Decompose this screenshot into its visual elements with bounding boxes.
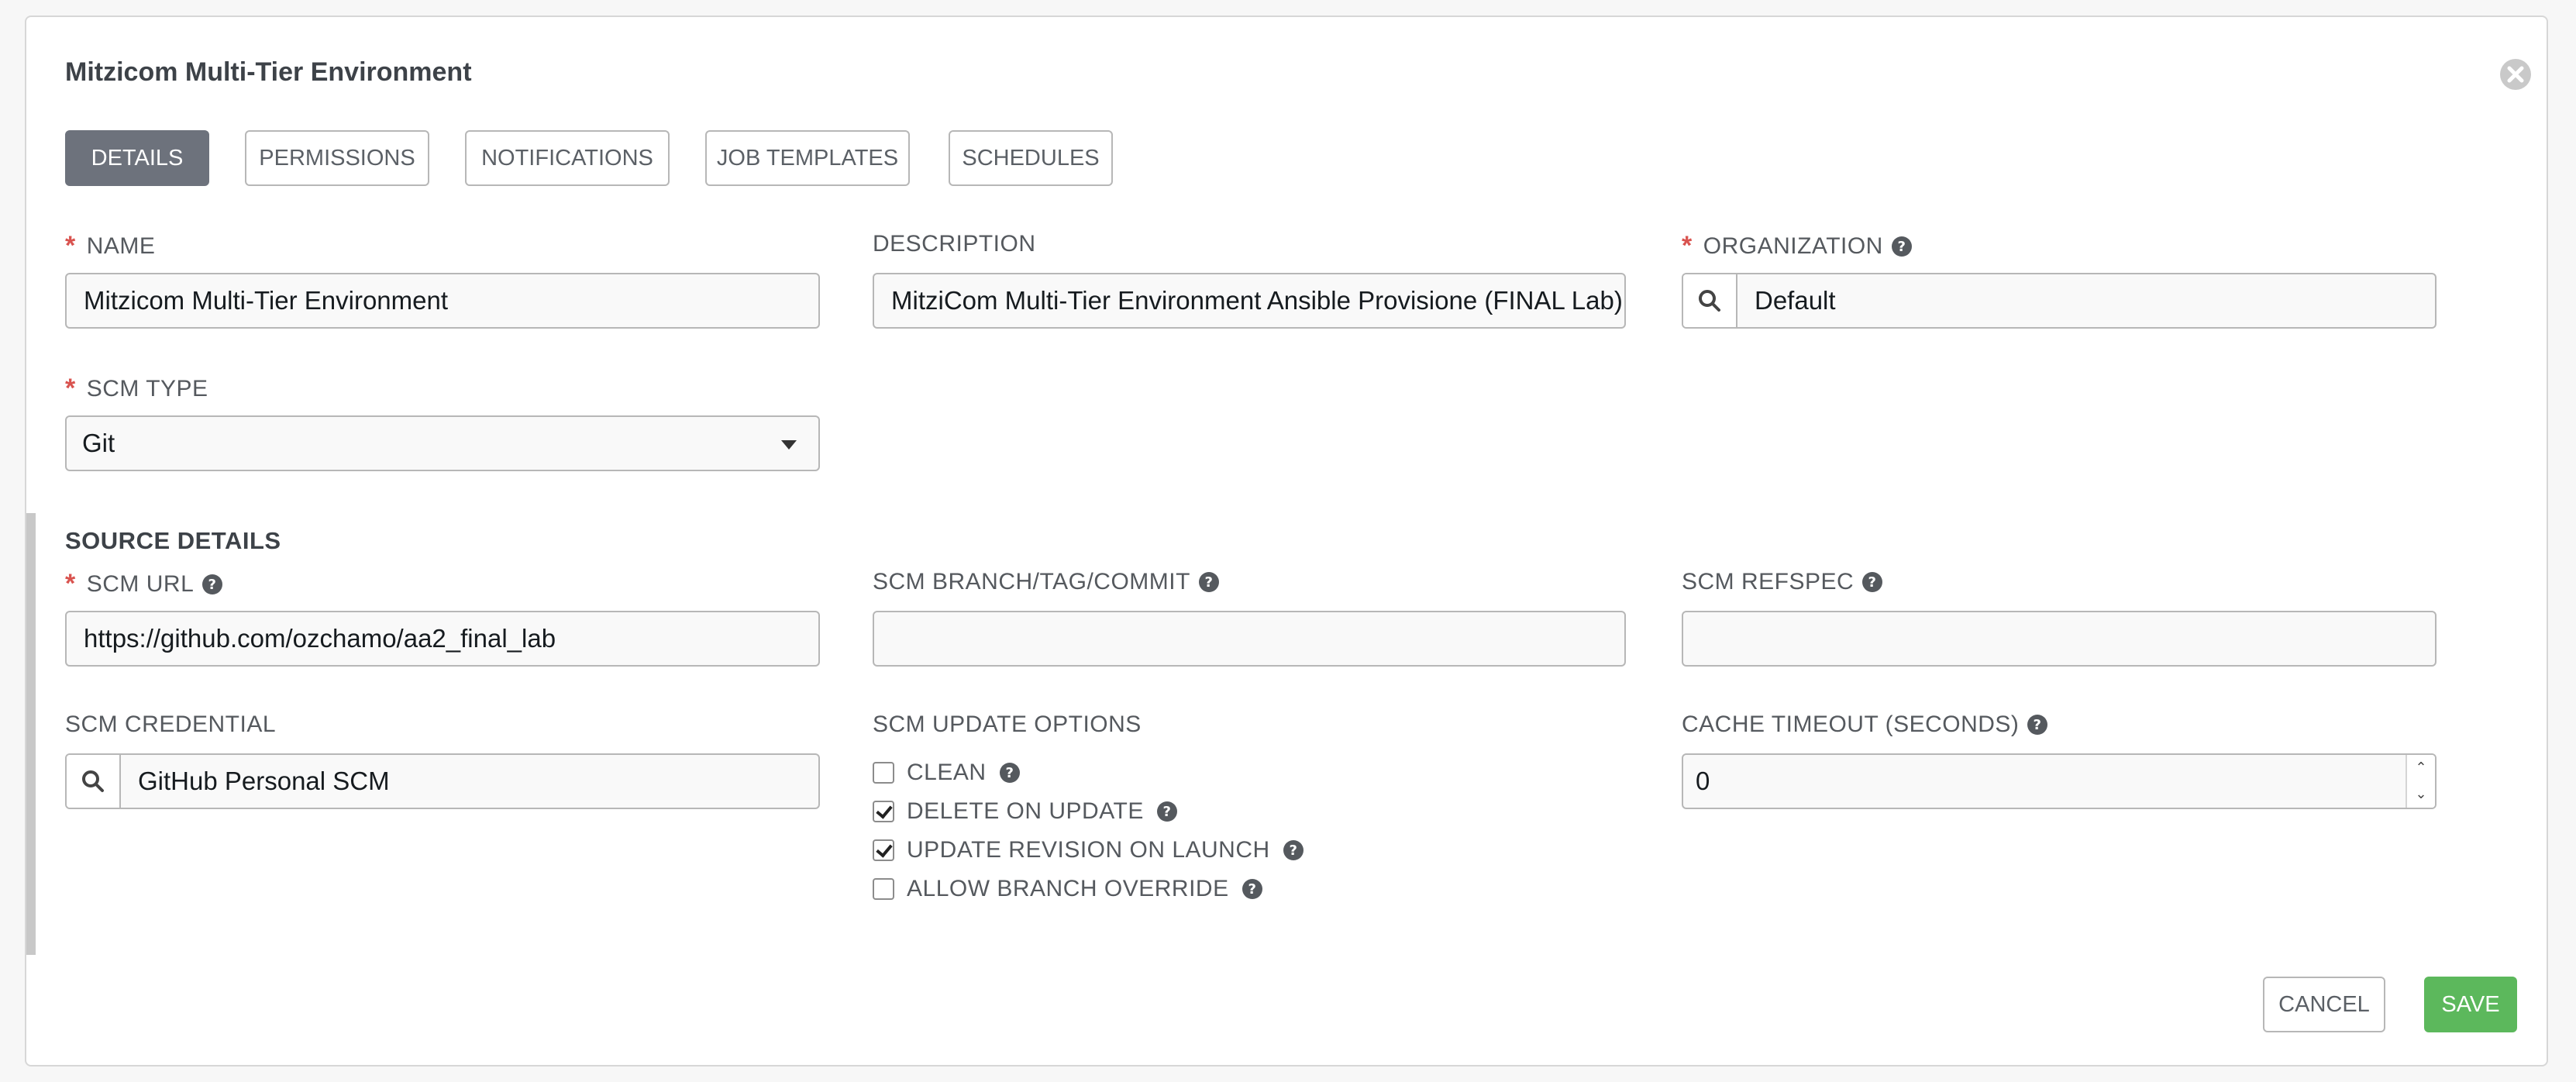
stepper-down-icon[interactable]: ⌄ [2407,781,2435,808]
checkbox[interactable] [873,801,894,822]
lookup-button[interactable] [1683,274,1737,327]
page-title: Mitzicom Multi-Tier Environment [65,57,472,87]
help-icon[interactable]: ? [1198,571,1220,593]
project-form-panel: Mitzicom Multi-Tier Environment DETAILS … [25,16,2548,1066]
cancel-button[interactable]: CANCEL [2263,977,2385,1032]
svg-text:?: ? [208,577,217,593]
scm-branch-label: SCM BRANCH/TAG/COMMIT ? [873,569,1220,595]
scm-update-options-label: SCM UPDATE OPTIONS [873,712,1142,737]
svg-text:?: ? [1289,843,1297,859]
organization-label: * ORGANIZATION ? [1682,231,1913,261]
scm-credential-lookup[interactable]: GitHub Personal SCM [65,753,820,809]
tab-permissions[interactable]: PERMISSIONS [245,130,429,186]
option-update-revision-on-launch[interactable]: UPDATE REVISION ON LAUNCH ? [873,837,1304,863]
svg-text:?: ? [1248,881,1256,898]
svg-text:?: ? [1162,804,1171,820]
required-marker: * [1682,231,1693,260]
svg-text:?: ? [2034,717,2042,733]
help-icon[interactable]: ? [1891,236,1913,257]
help-icon[interactable]: ? [1283,839,1304,861]
scm-refspec-input[interactable] [1682,611,2437,667]
section-title: SOURCE DETAILS [65,527,281,554]
name-input[interactable]: Mitzicom Multi-Tier Environment [65,273,820,329]
tab-job-templates[interactable]: JOB TEMPLATES [705,130,910,186]
help-icon[interactable]: ? [1156,801,1178,822]
option-allow-branch-override[interactable]: ALLOW BRANCH OVERRIDE ? [873,876,1263,902]
checkbox[interactable] [873,878,894,900]
scm-type-select[interactable]: Git [65,415,820,471]
search-icon [82,770,104,792]
source-details-indicator [26,513,36,955]
lookup-button[interactable] [67,755,121,808]
close-icon[interactable] [2499,57,2533,91]
description-label: DESCRIPTION [873,231,1036,257]
caret-down-icon [781,440,797,450]
help-icon[interactable]: ? [1861,571,1883,593]
help-icon[interactable]: ? [999,762,1021,784]
option-clean[interactable]: CLEAN ? [873,760,1021,786]
required-marker: * [65,231,76,260]
number-stepper[interactable]: ⌃ ⌄ [2406,755,2435,808]
name-label: * NAME [65,231,156,260]
help-icon[interactable]: ? [2027,714,2048,736]
scm-credential-label: SCM CREDENTIAL [65,712,277,737]
stepper-up-icon[interactable]: ⌃ [2407,755,2435,781]
scm-refspec-label: SCM REFSPEC ? [1682,569,1883,595]
help-icon[interactable]: ? [201,574,223,595]
search-icon [1699,290,1720,312]
checkbox[interactable] [873,762,894,784]
scm-branch-input[interactable] [873,611,1626,667]
svg-text:?: ? [1897,239,1906,255]
option-delete-on-update[interactable]: DELETE ON UPDATE ? [873,798,1178,825]
svg-text:?: ? [1868,574,1877,591]
description-input[interactable]: MitziCom Multi-Tier Environment Ansible … [873,273,1626,329]
save-button[interactable]: SAVE [2424,977,2517,1032]
scm-type-label: * SCM TYPE [65,374,208,403]
required-marker: * [65,569,76,598]
scm-url-input[interactable]: https://github.com/ozchamo/aa2_final_lab [65,611,820,667]
scm-url-label: * SCM URL ? [65,569,223,599]
tab-notifications[interactable]: NOTIFICATIONS [465,130,670,186]
checkbox[interactable] [873,839,894,861]
svg-text:?: ? [1204,574,1213,591]
help-icon[interactable]: ? [1242,878,1263,900]
required-marker: * [65,374,76,403]
cache-timeout-label: CACHE TIMEOUT (SECONDS) ? [1682,712,2048,738]
cache-timeout-input[interactable]: 0 ⌃ ⌄ [1682,753,2437,809]
svg-text:?: ? [1005,765,1014,781]
tab-details[interactable]: DETAILS [65,130,209,186]
organization-lookup[interactable]: Default [1682,273,2437,329]
tab-schedules[interactable]: SCHEDULES [949,130,1113,186]
